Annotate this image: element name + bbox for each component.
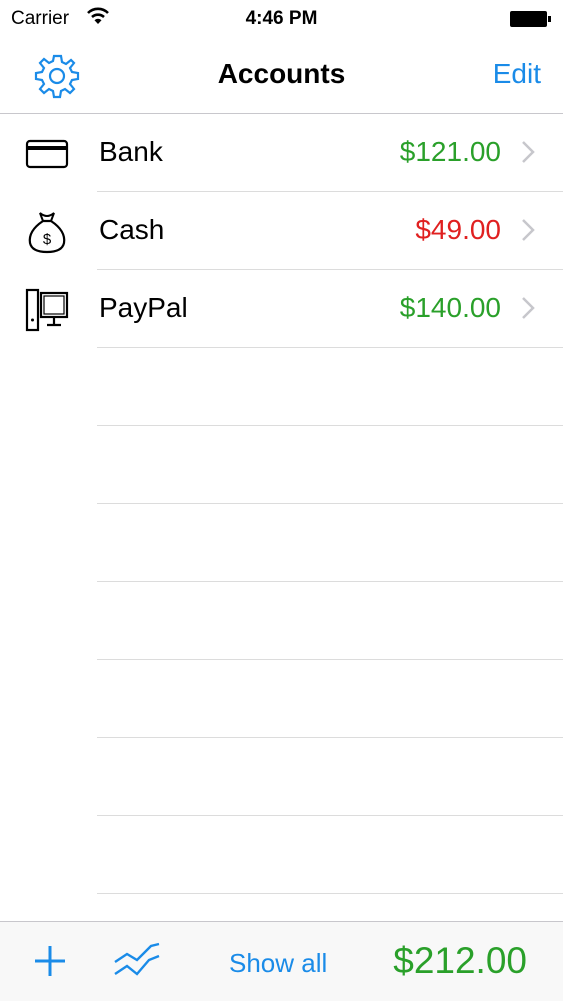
navigation-bar: Accounts Edit xyxy=(0,38,563,114)
edit-button[interactable]: Edit xyxy=(493,58,541,90)
account-row-cash[interactable]: $ Cash $49.00 xyxy=(28,192,563,270)
plus-icon[interactable] xyxy=(33,944,67,983)
empty-row xyxy=(97,816,563,894)
svg-text:$: $ xyxy=(43,231,52,248)
empty-row xyxy=(97,348,563,426)
money-bag-icon: $ xyxy=(24,209,70,255)
account-balance: $49.00 xyxy=(415,214,501,245)
account-balance: $140.00 xyxy=(399,292,501,323)
status-bar: Carrier 4:46 PM xyxy=(0,0,563,38)
chevron-right-icon xyxy=(521,218,535,247)
empty-row xyxy=(97,504,563,582)
show-all-button[interactable]: Show all xyxy=(229,948,327,979)
empty-row xyxy=(97,582,563,660)
battery-icon xyxy=(509,9,553,35)
total-balance: $212.00 xyxy=(393,940,527,981)
empty-row xyxy=(97,660,563,738)
clock: 4:46 PM xyxy=(245,8,318,29)
account-name: Cash xyxy=(99,214,165,245)
chart-icon[interactable] xyxy=(113,940,163,987)
accounts-list: Bank $121.00 $ Cash $49.00 PayPal $140.0… xyxy=(0,114,563,894)
credit-card-icon xyxy=(24,131,70,177)
account-name: Bank xyxy=(99,136,163,167)
empty-row xyxy=(97,426,563,504)
computer-icon xyxy=(24,287,70,333)
account-row-paypal[interactable]: PayPal $140.00 xyxy=(25,270,563,348)
chevron-right-icon xyxy=(521,296,535,325)
page-title: Accounts xyxy=(217,58,346,89)
bottom-toolbar: Show all $212.00 xyxy=(0,921,563,1001)
empty-row xyxy=(97,738,563,816)
chevron-right-icon xyxy=(521,140,535,169)
account-name: PayPal xyxy=(99,292,188,323)
account-row-bank[interactable]: Bank $121.00 xyxy=(25,114,563,192)
account-balance: $121.00 xyxy=(399,136,501,167)
